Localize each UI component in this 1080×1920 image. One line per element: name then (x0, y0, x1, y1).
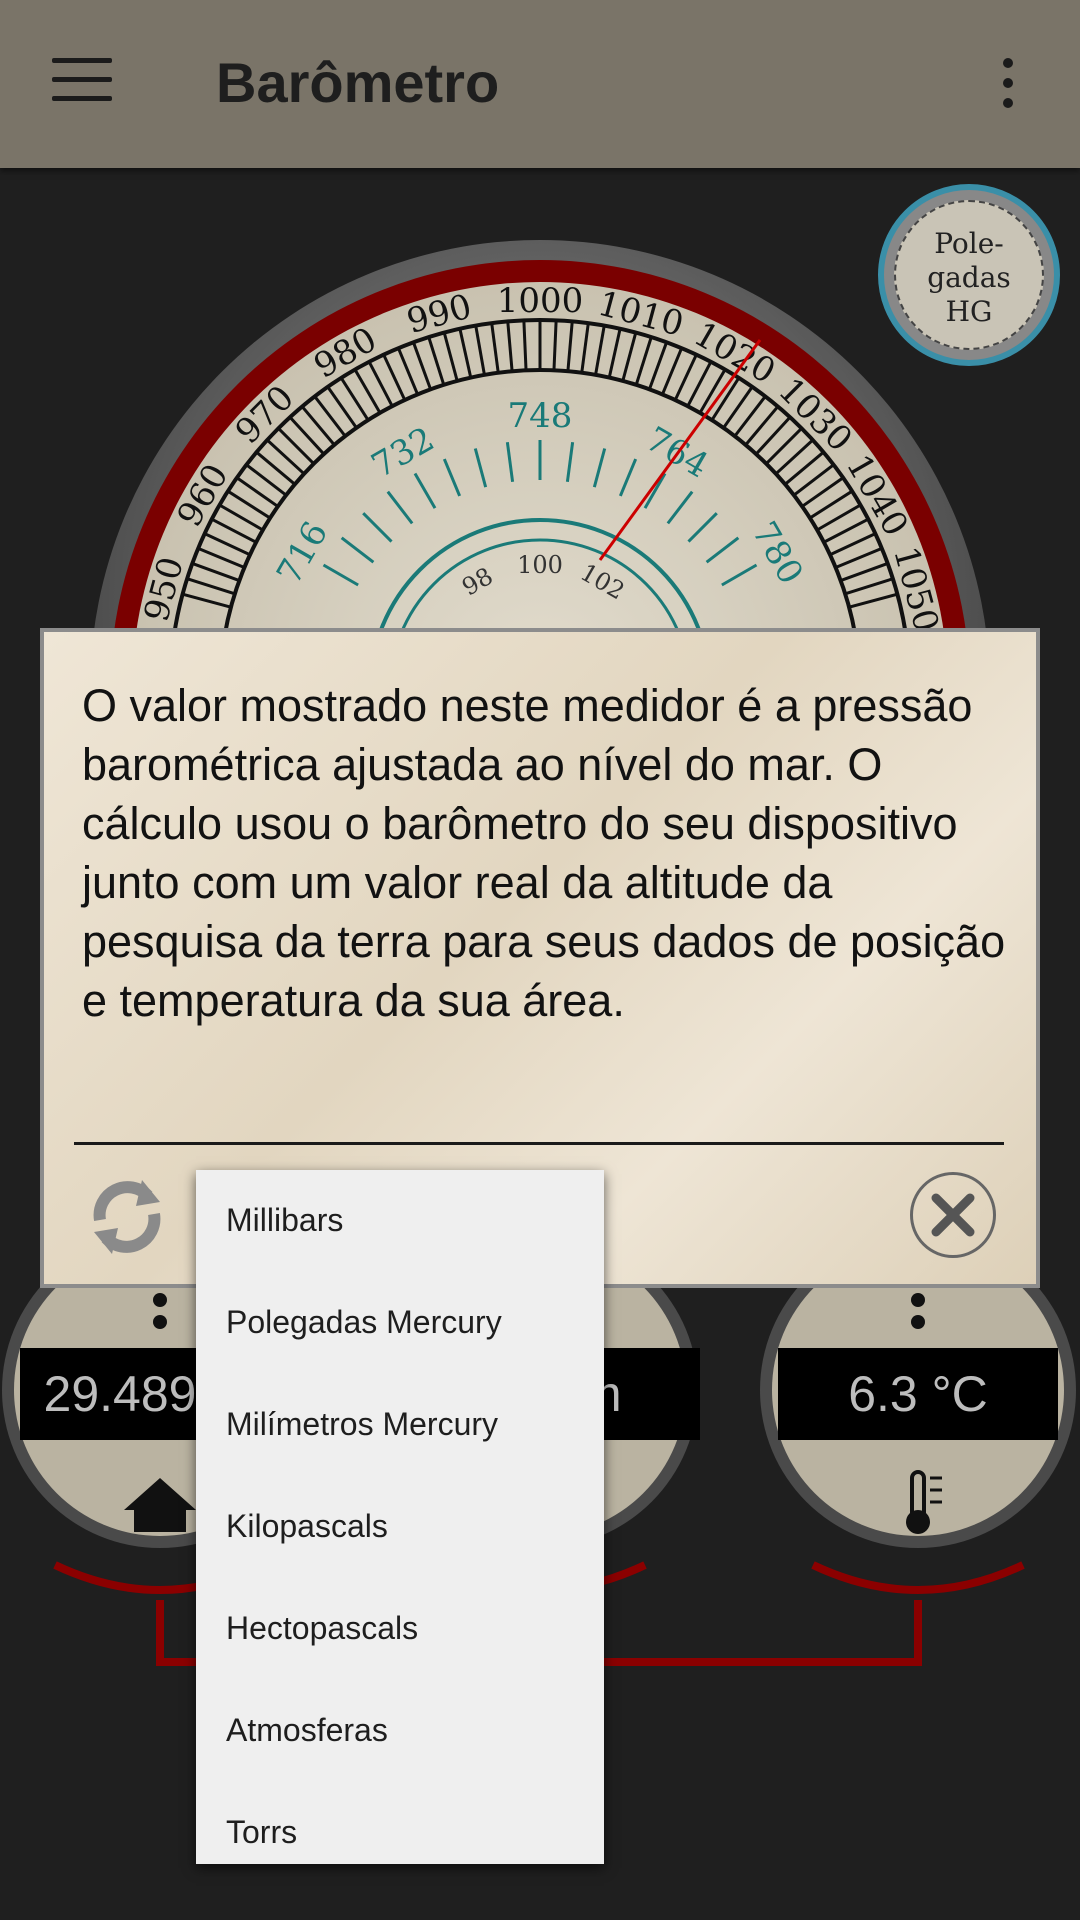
hamburger-menu-icon[interactable] (52, 58, 112, 106)
dropdown-item-polegadas-mercury[interactable]: Polegadas Mercury (196, 1272, 604, 1374)
mb-scale-label: 1000 (497, 281, 584, 321)
dialog-message: O valor mostrado neste medidor é a press… (82, 680, 1006, 1026)
refresh-icon[interactable] (82, 1172, 172, 1262)
unit-dropdown-menu: Millibars Polegadas Mercury Milímetros M… (196, 1170, 604, 1864)
dialog-divider (74, 1142, 1004, 1145)
unit-badge-line2: gadas (927, 261, 1011, 294)
dropdown-item-kilopascals[interactable]: Kilopascals (196, 1476, 604, 1578)
temperature-readout: 6.3 °C (778, 1348, 1058, 1440)
unit-selector-badge[interactable]: Pole- gadas HG (878, 184, 1060, 366)
dropdown-item-atmosferas[interactable]: Atmosferas (196, 1680, 604, 1782)
altitude-readout: 29.489 (20, 1348, 220, 1440)
close-button[interactable] (910, 1172, 996, 1258)
dropdown-item-milimetros-mercury[interactable]: Milímetros Mercury (196, 1374, 604, 1476)
dropdown-item-millibars[interactable]: Millibars (196, 1170, 604, 1272)
dropdown-item-hectopascals[interactable]: Hectopascals (196, 1578, 604, 1680)
close-icon (931, 1193, 975, 1237)
more-vert-icon[interactable] (996, 58, 1020, 110)
app-toolbar: Barômetro (0, 0, 1080, 168)
kpa-scale-label: 100 (517, 551, 563, 579)
mm-scale-label: 748 (508, 396, 573, 436)
unit-badge-line3: HG (945, 295, 993, 328)
page-title: Barômetro (216, 51, 500, 114)
unit-badge-line1: Pole- (934, 227, 1004, 260)
dropdown-item-torrs[interactable]: Torrs (196, 1782, 604, 1884)
